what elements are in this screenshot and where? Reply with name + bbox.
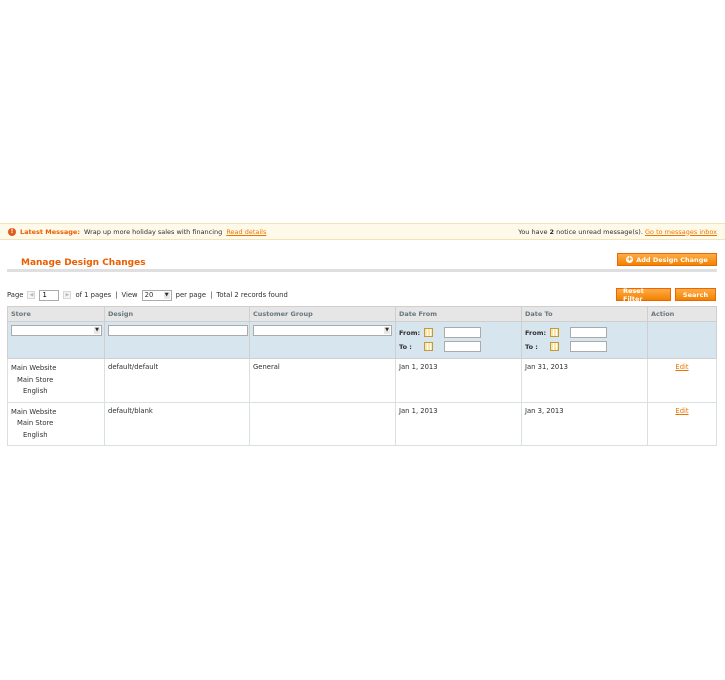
design-cell: default/blank xyxy=(104,401,250,446)
from-label: From: xyxy=(525,328,547,337)
date-to-cell: Jan 3, 2013 xyxy=(521,401,648,446)
column-header-customer-group[interactable]: Customer Group xyxy=(249,306,396,322)
store-view: English xyxy=(23,387,48,395)
notification-message: Wrap up more holiday sales with financin… xyxy=(83,227,223,236)
pager-separator: | xyxy=(115,291,118,299)
store-website: Main Website xyxy=(11,364,57,372)
design-filter-input[interactable] xyxy=(108,325,248,336)
customer-group-filter-select[interactable]: ▼ xyxy=(253,325,392,336)
filter-store-cell: ▼ xyxy=(7,321,105,359)
date-to-from-input[interactable] xyxy=(570,327,607,338)
notification-bar: ! Latest Message: Wrap up more holiday s… xyxy=(0,223,725,240)
from-label: From: xyxy=(399,328,421,337)
reset-filter-button[interactable]: Reset Filter xyxy=(616,287,671,303)
messages-inbox-link[interactable]: Go to messages inbox xyxy=(645,228,717,236)
chevron-down-icon: ▼ xyxy=(163,291,170,299)
date-from-cell: Jan 1, 2013 xyxy=(395,358,522,403)
total-records: Total 2 records found xyxy=(216,291,288,299)
per-page-select[interactable]: 20 ▼ xyxy=(141,289,172,301)
calendar-icon[interactable] xyxy=(424,342,433,351)
filter-action-cell xyxy=(647,321,717,359)
plus-icon: + xyxy=(626,255,634,263)
notification-right: You have 2 notice unread message(s). Go … xyxy=(518,228,717,236)
column-header-date-to[interactable]: Date To xyxy=(521,306,648,322)
store-name: Main Store xyxy=(17,419,54,427)
pager: Page ◀ ▶ of 1 pages | View 20 ▼ per page… xyxy=(7,288,288,302)
page-number-input[interactable] xyxy=(39,289,60,301)
customer-group-cell: General xyxy=(249,358,396,403)
store-filter-select[interactable]: ▼ xyxy=(11,325,102,336)
store-cell: Main Website Main Store English xyxy=(7,401,105,446)
action-cell: Edit xyxy=(647,358,717,403)
date-to-to-row: To : xyxy=(525,340,644,353)
filter-date-from-cell: From: To : xyxy=(395,321,522,359)
chevron-down-icon: ▼ xyxy=(94,327,100,334)
of-pages: of 1 pages xyxy=(75,291,112,299)
per-page-value: 20 xyxy=(144,291,154,299)
edit-link[interactable]: Edit xyxy=(675,407,688,415)
date-from-cell: Jan 1, 2013 xyxy=(395,401,522,446)
store-view: English xyxy=(23,430,48,439)
pager-separator: | xyxy=(210,291,213,299)
date-from-from-row: From: xyxy=(399,326,518,339)
store-cell: Main Website Main Store English xyxy=(7,358,105,403)
unread-suffix: notice unread message(s). xyxy=(556,227,643,236)
notification-left: ! Latest Message: Wrap up more holiday s… xyxy=(8,227,266,236)
date-from-to-row: To : xyxy=(399,340,518,353)
add-design-change-label: Add Design Change xyxy=(636,255,708,264)
calendar-icon[interactable] xyxy=(550,328,559,337)
edit-link[interactable]: Edit xyxy=(675,363,688,371)
filter-customer-group-cell: ▼ xyxy=(249,321,396,359)
calendar-icon[interactable] xyxy=(424,328,433,337)
table-row[interactable]: Main Website Main Store English default/… xyxy=(7,401,717,446)
date-to-from-row: From: xyxy=(525,326,644,339)
search-button[interactable]: Search xyxy=(675,288,716,301)
action-cell: Edit xyxy=(647,401,717,446)
filter-row: ▼ ▼ From: To : From: To: xyxy=(7,321,717,359)
column-header-date-from[interactable]: Date From xyxy=(395,306,522,322)
date-to-to-input[interactable] xyxy=(570,341,607,352)
date-from-from-input[interactable] xyxy=(444,327,481,338)
per-page-label: per page xyxy=(175,291,207,299)
read-details-link[interactable]: Read details xyxy=(226,228,266,236)
add-design-change-button[interactable]: + Add Design Change xyxy=(617,253,717,266)
date-from-to-input[interactable] xyxy=(444,341,481,352)
column-header-design[interactable]: Design xyxy=(104,306,250,322)
chevron-down-icon: ▼ xyxy=(384,327,390,334)
view-label: View xyxy=(121,291,138,299)
next-page-icon[interactable]: ▶ xyxy=(63,291,72,299)
prev-page-icon[interactable]: ◀ xyxy=(27,291,36,299)
page-title: Manage Design Changes xyxy=(21,258,146,268)
column-header-store[interactable]: Store xyxy=(7,306,105,322)
store-name: Main Store xyxy=(17,375,54,384)
notification-label: Latest Message: xyxy=(20,227,80,236)
design-cell: default/default xyxy=(104,358,250,403)
calendar-icon[interactable] xyxy=(550,342,559,351)
unread-count: 2 xyxy=(549,227,555,236)
design-changes-table: Store Design Customer Group Date From Da… xyxy=(7,306,717,446)
page-label: Page xyxy=(7,291,24,299)
table-row[interactable]: Main Website Main Store English default/… xyxy=(7,358,717,403)
to-label: To : xyxy=(399,342,412,351)
page-header: Manage Design Changes + Add Design Chang… xyxy=(7,252,717,272)
store-website: Main Website xyxy=(11,407,57,416)
filter-date-to-cell: From: To : xyxy=(521,321,648,359)
unread-prefix: You have xyxy=(518,227,548,236)
customer-group-cell xyxy=(249,401,396,446)
date-to-cell: Jan 31, 2013 xyxy=(521,358,648,403)
filter-design-cell xyxy=(104,321,250,359)
column-header-action: Action xyxy=(647,306,717,322)
alert-icon: ! xyxy=(8,227,16,236)
to-label: To : xyxy=(525,342,538,351)
